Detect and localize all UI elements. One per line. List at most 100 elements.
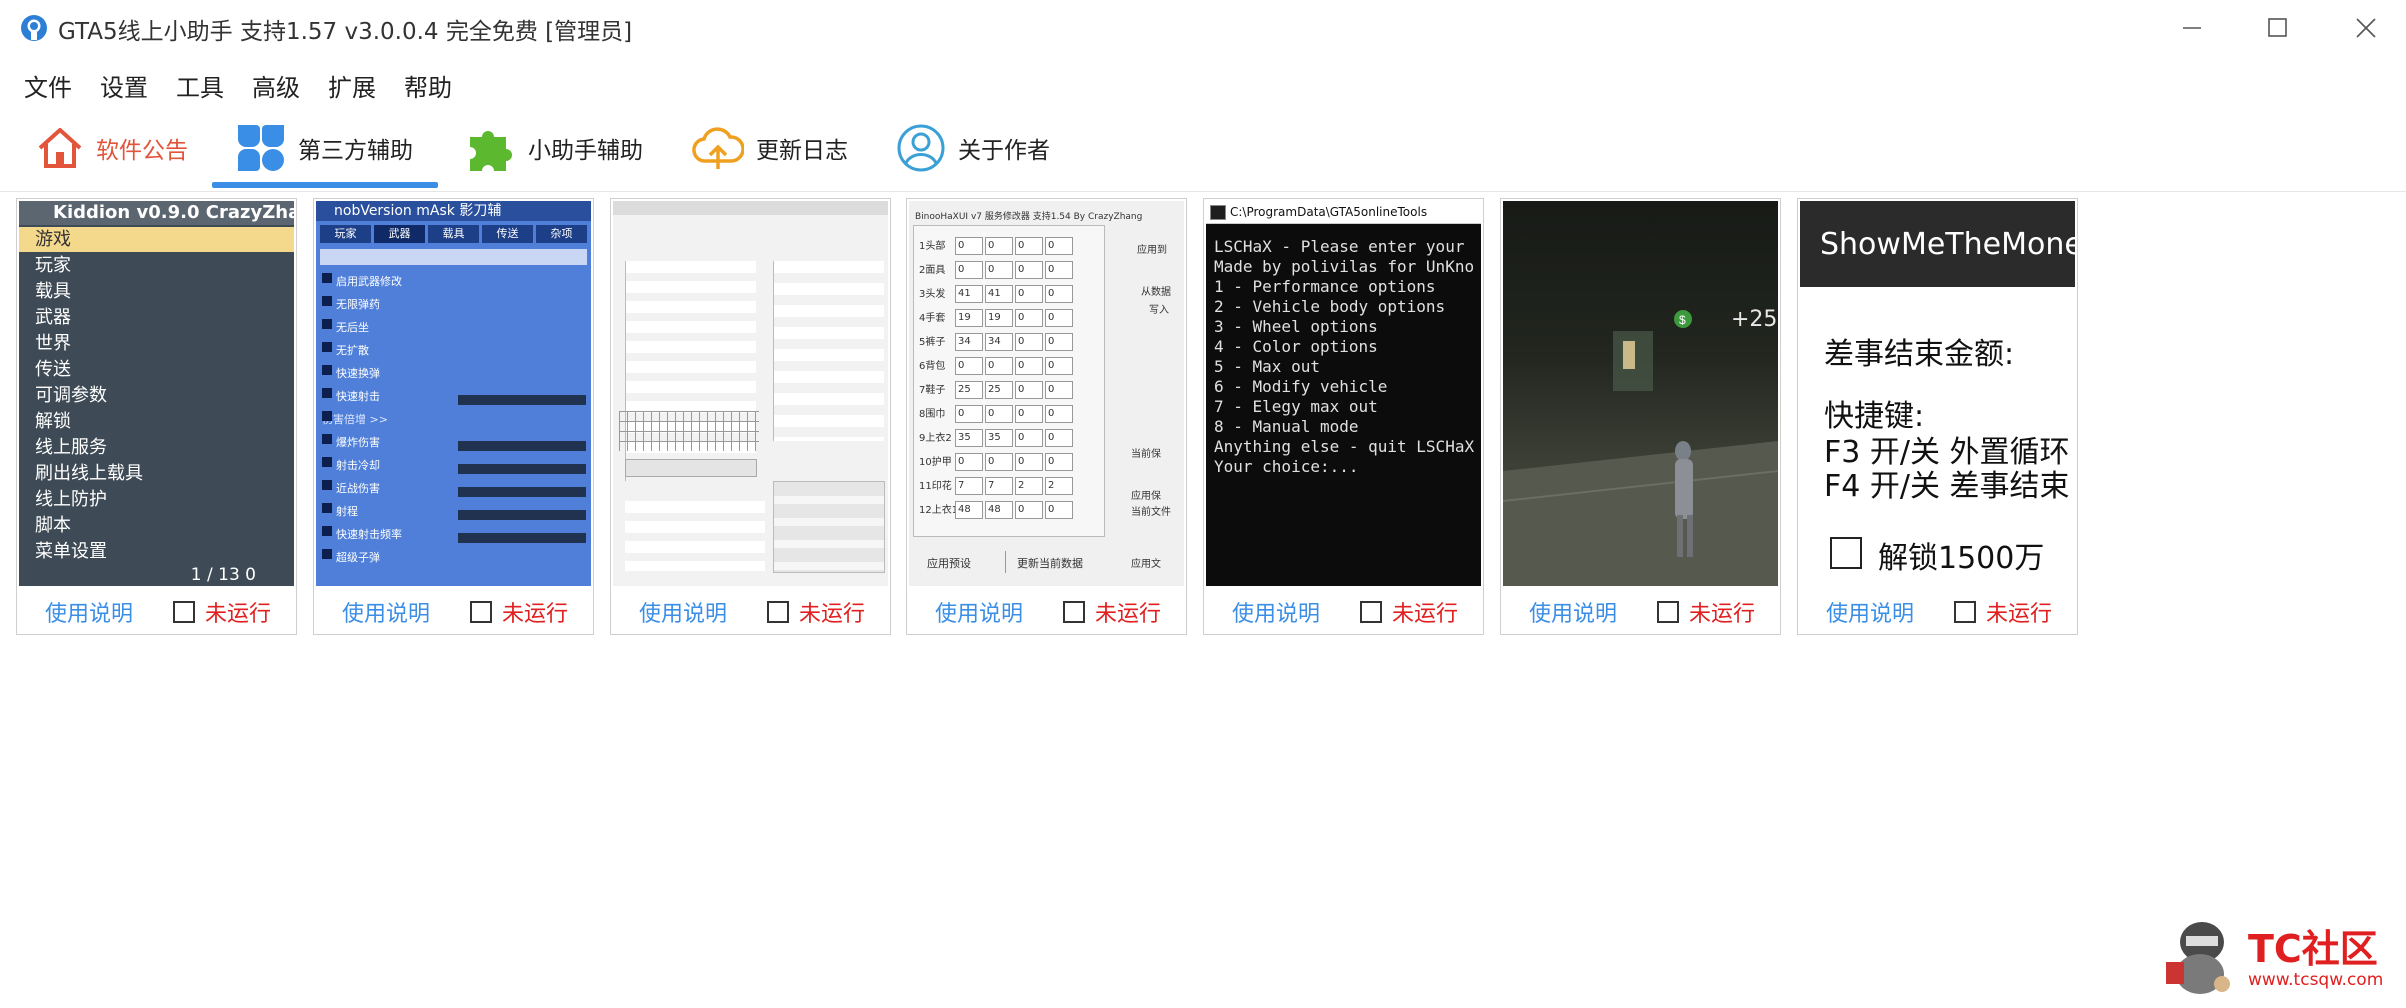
run-checkbox[interactable] xyxy=(470,600,492,623)
tab-label: 更新日志 xyxy=(756,138,848,164)
preview-side: 应用到 xyxy=(1137,245,1167,256)
preview-buttons xyxy=(773,481,885,573)
console-line: 8 - Manual mode xyxy=(1214,417,1359,436)
minimize-icon xyxy=(2183,27,2201,29)
preview-fields xyxy=(625,501,765,571)
run-checkbox[interactable] xyxy=(1360,600,1382,623)
menu-advanced[interactable]: 高级 xyxy=(252,68,300,103)
menu-entry: 刷出线上载具 xyxy=(35,463,143,484)
console-path: C:\ProgramData\GTA5onlineTools xyxy=(1230,205,1428,219)
console-line: 4 - Color options xyxy=(1214,337,1378,356)
preview-row: 超级子弹 xyxy=(336,551,380,564)
help-link[interactable]: 使用说明 xyxy=(45,596,173,628)
status-label: 未运行 xyxy=(502,601,569,627)
maximize-button[interactable] xyxy=(2238,0,2318,56)
tab-helper[interactable]: 小助手辅助 xyxy=(466,118,643,178)
tool-preview: Kiddion v0.9.0 CrazyZhang 游戏 玩家 载具 武器 世界… xyxy=(19,201,294,586)
run-checkbox[interactable] xyxy=(1954,600,1976,623)
status-label: 未运行 xyxy=(1392,601,1459,627)
tool-card-kiddion[interactable]: Kiddion v0.9.0 CrazyZhang 游戏 玩家 载具 武器 世界… xyxy=(16,198,297,635)
menu-entry: 菜单设置 xyxy=(35,541,107,562)
editor-cell: 0 xyxy=(1045,285,1073,303)
menu-entry: 传送 xyxy=(35,359,71,380)
tab-label: 关于作者 xyxy=(958,138,1050,164)
game-scene: $ xyxy=(1503,310,1778,586)
status-label: 未运行 xyxy=(799,601,866,627)
run-checkbox[interactable] xyxy=(173,600,195,623)
console-line: 7 - Elegy max out xyxy=(1214,397,1378,416)
editor-cell: 48 xyxy=(955,501,983,519)
tool-card-outfit-editor[interactable]: BinooHaXUI v7 服务修改器 支持1.54 By CrazyZhang… xyxy=(906,198,1187,635)
editor-cell: 41 xyxy=(955,285,983,303)
tab-changelog[interactable]: 更新日志 xyxy=(692,118,848,178)
preview-tab: 传送 xyxy=(482,225,533,243)
preview-hotkey: F4 开/关 差事结束 xyxy=(1824,469,2070,504)
editor-cell: 0 xyxy=(955,453,983,471)
editor-row-label: 5裤子 xyxy=(919,337,946,348)
run-checkbox[interactable] xyxy=(767,600,789,623)
editor-cell: 0 xyxy=(1015,285,1043,303)
tool-card-game[interactable]: $ +250 使用说明 未运行 xyxy=(1500,198,1781,635)
help-link[interactable]: 使用说明 xyxy=(639,596,767,628)
help-link[interactable]: 使用说明 xyxy=(1232,596,1360,628)
menu-help[interactable]: 帮助 xyxy=(404,68,452,103)
editor-cell: 48 xyxy=(985,501,1013,519)
editor-cell: 0 xyxy=(1015,237,1043,255)
menu-settings[interactable]: 设置 xyxy=(100,68,148,103)
editor-cell: 41 xyxy=(985,285,1013,303)
run-checkbox[interactable] xyxy=(1063,600,1085,623)
editor-cell: 0 xyxy=(1015,357,1043,375)
preview-tab: 武器 xyxy=(374,225,425,243)
preview-row: 快速射击 xyxy=(336,390,380,403)
editor-row-label: 8围巾 xyxy=(919,409,946,420)
help-link[interactable]: 使用说明 xyxy=(1826,596,1954,628)
preview-side: 从数据 xyxy=(1141,287,1171,298)
tool-card-showmethemoney[interactable]: ShowMeTheMoney 差事结束金额: 快捷键: F3 开/关 外置循环 … xyxy=(1797,198,2078,635)
tab-third-party[interactable]: 第三方辅助 xyxy=(236,118,413,178)
tool-card-form[interactable]: 使用说明 未运行 xyxy=(610,198,891,635)
help-link[interactable]: 使用说明 xyxy=(1529,596,1657,628)
run-checkbox[interactable] xyxy=(1657,600,1679,623)
help-link[interactable]: 使用说明 xyxy=(342,596,470,628)
watermark-url: www.tcsqw.com xyxy=(2248,970,2384,990)
preview-slider xyxy=(458,395,586,405)
editor-cell: 0 xyxy=(1015,501,1043,519)
tab-announcement[interactable]: 软件公告 xyxy=(36,118,188,178)
tool-preview: nobVersion mAsk 影刀辅 玩家 武器 载具 传送 杂项 启用武器修… xyxy=(316,201,591,586)
minimize-button[interactable] xyxy=(2152,0,2232,56)
tab-about[interactable]: 关于作者 xyxy=(896,118,1050,178)
editor-row-label: 11印花 xyxy=(919,481,952,492)
tool-preview xyxy=(613,201,888,586)
tool-card-blue-menu[interactable]: nobVersion mAsk 影刀辅 玩家 武器 载具 传送 杂项 启用武器修… xyxy=(313,198,594,635)
preview-side: 应用文 xyxy=(1131,559,1161,570)
puzzle-icon xyxy=(470,131,512,171)
editor-cell: 0 xyxy=(1015,405,1043,423)
console-titlebar: C:\ProgramData\GTA5onlineTools xyxy=(1206,201,1481,224)
editor-cell: 34 xyxy=(955,333,983,351)
editor-cell: 0 xyxy=(985,237,1013,255)
close-button[interactable] xyxy=(2326,0,2406,56)
tool-card-lschax[interactable]: C:\ProgramData\GTA5onlineTools LSCHaX - … xyxy=(1203,198,1484,635)
preview-fields xyxy=(773,261,884,441)
menu-entry: 游戏 xyxy=(19,227,294,252)
preview-title: nobVersion mAsk 影刀辅 xyxy=(316,201,591,221)
editor-cell: 25 xyxy=(985,381,1013,399)
menu-entry: 玩家 xyxy=(35,255,71,276)
editor-row-label: 7鞋子 xyxy=(919,385,946,396)
editor-cell: 0 xyxy=(1045,405,1073,423)
cloud-upload-icon xyxy=(692,127,744,169)
menu-tools[interactable]: 工具 xyxy=(176,68,224,103)
editor-cell: 0 xyxy=(1045,333,1073,351)
menu-entry: 线上服务 xyxy=(35,437,107,458)
menu-extend[interactable]: 扩展 xyxy=(328,68,376,103)
mascot-icon xyxy=(2166,922,2230,994)
editor-cell: 0 xyxy=(985,261,1013,279)
console-line: LSCHaX - Please enter your xyxy=(1214,237,1465,256)
menu-file[interactable]: 文件 xyxy=(24,68,72,103)
preview-slider xyxy=(458,533,586,543)
help-link[interactable]: 使用说明 xyxy=(935,596,1063,628)
tool-preview: $ +250 xyxy=(1503,201,1778,586)
status-label: 未运行 xyxy=(205,601,272,627)
preview-checkboxes xyxy=(322,273,332,563)
editor-cell: 0 xyxy=(1045,237,1073,255)
